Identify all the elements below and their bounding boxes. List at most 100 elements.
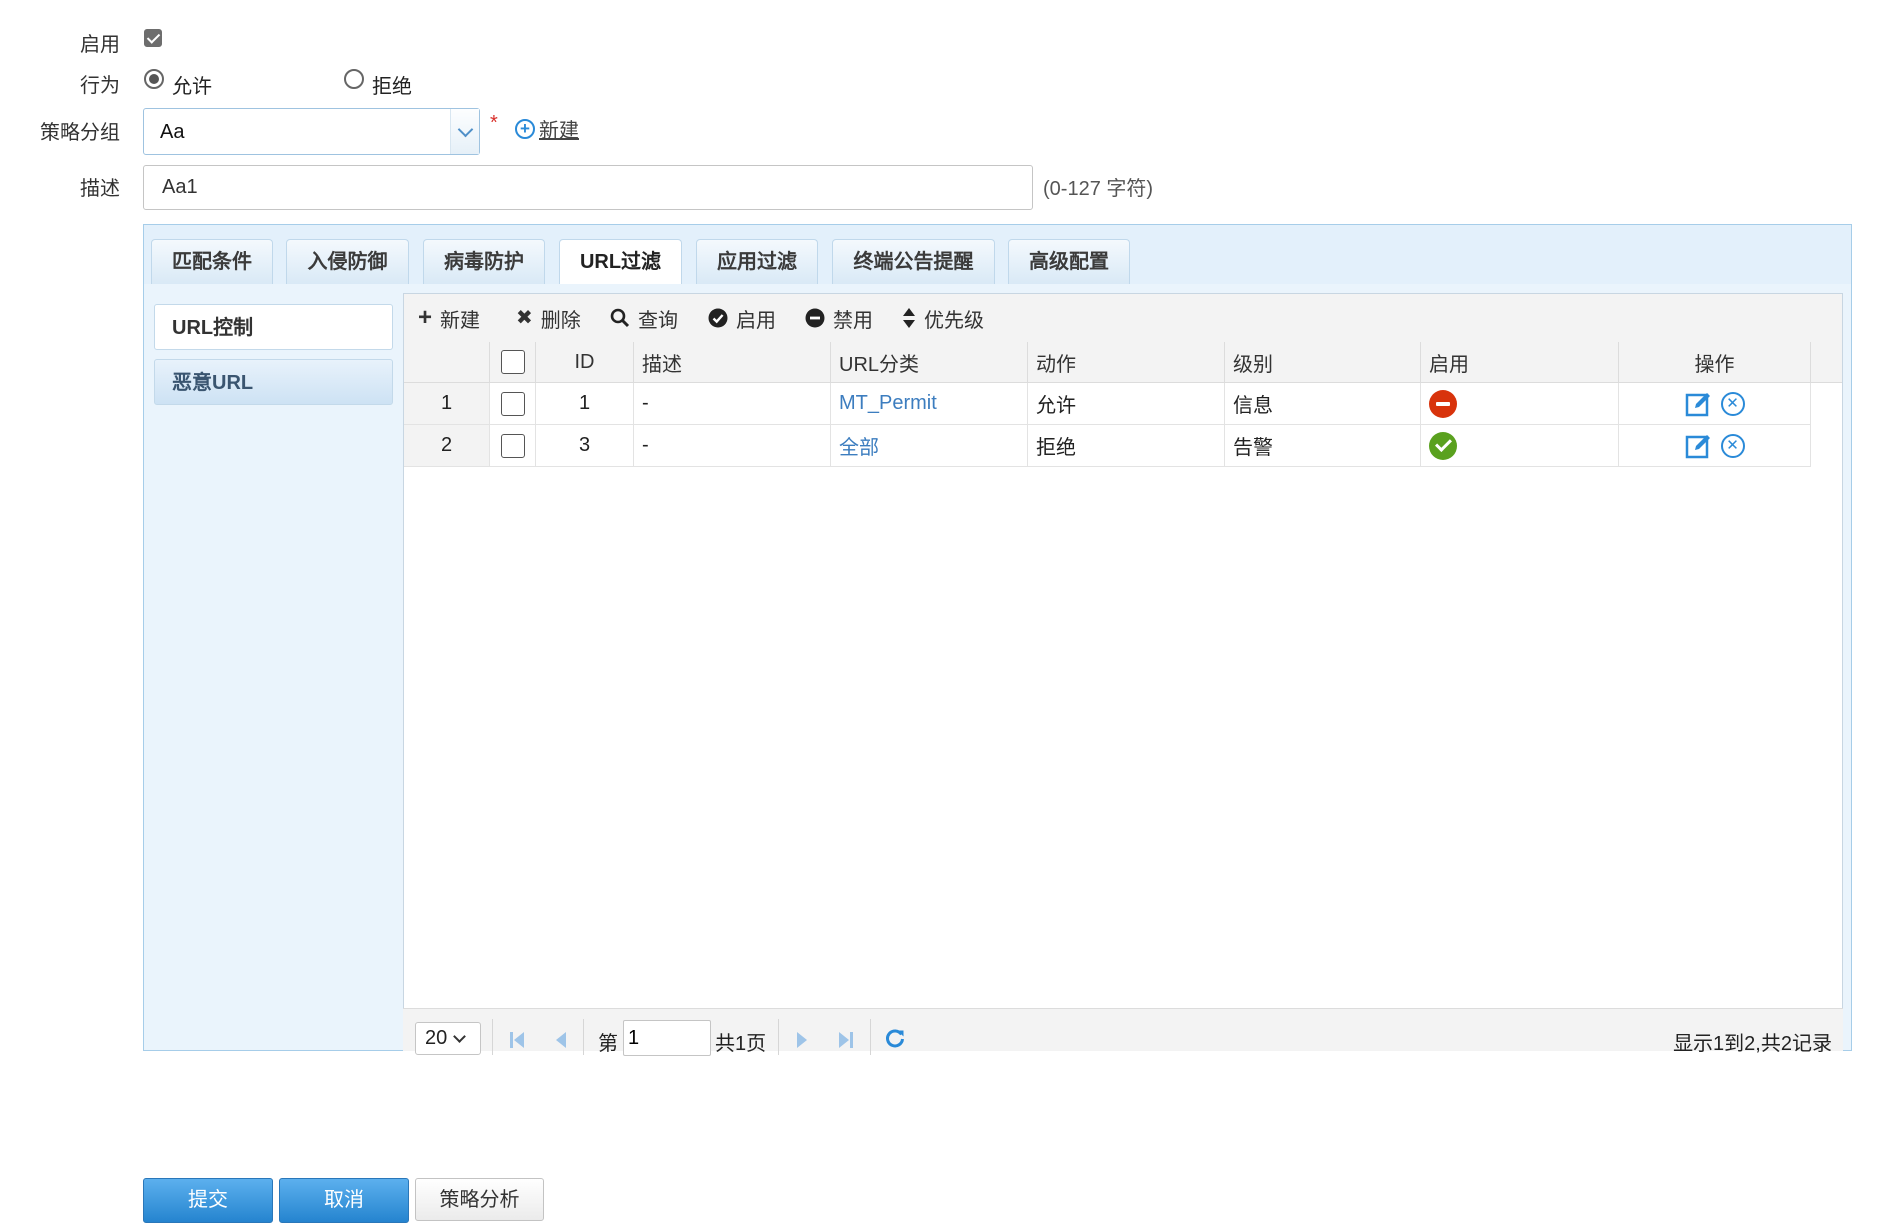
row-url-category-link[interactable]: MT_Permit [831, 383, 1028, 425]
toolbar-enable-label: 启用 [736, 309, 776, 332]
tab-intrusion-prevention[interactable]: 入侵防御 [286, 239, 409, 284]
search-icon [610, 308, 630, 328]
header-description[interactable]: 描述 [634, 342, 831, 383]
page-prefix: 第 [598, 1033, 618, 1055]
pager-divider [778, 1019, 779, 1055]
action-deny-radio[interactable] [344, 69, 364, 89]
row-enabled [1421, 425, 1619, 467]
side-item-malicious-url[interactable]: 恶意URL [154, 359, 393, 405]
enable-label: 启用 [80, 34, 120, 56]
toolbar-disable-button[interactable]: 禁用 [805, 302, 873, 334]
row-action: 拒绝 [1028, 425, 1225, 467]
toolbar-delete-button[interactable]: ✖ 删除 [516, 302, 581, 334]
cross-icon: ✖ [516, 307, 533, 329]
new-group-label: 新建 [539, 120, 579, 142]
toolbar-new-label: 新建 [440, 309, 481, 332]
row-select [490, 425, 536, 467]
prev-page-icon[interactable] [556, 1032, 566, 1048]
toolbar-enable-button[interactable]: 启用 [708, 302, 776, 334]
check-circle-icon [708, 308, 728, 328]
close-circle-icon[interactable]: ✕ [1720, 433, 1745, 458]
action-allow-radio[interactable] [144, 69, 164, 89]
first-page-icon[interactable] [510, 1032, 524, 1048]
action-allow-label: 允许 [172, 76, 212, 98]
row-action: 允许 [1028, 383, 1225, 425]
description-label: 描述 [80, 178, 120, 200]
toolbar-priority-label: 优先级 [924, 309, 984, 332]
description-input[interactable] [143, 165, 1033, 210]
refresh-icon[interactable] [884, 1028, 906, 1050]
row-operations: ✕ [1619, 383, 1811, 425]
page-size-value: 20 [425, 1027, 448, 1049]
toolbar-disable-label: 禁用 [833, 309, 873, 332]
header-filler [1811, 342, 1842, 383]
header-id[interactable]: ID [536, 342, 634, 383]
tab-virus-protection[interactable]: 病毒防护 [423, 239, 545, 284]
tab-advanced-config[interactable]: 高级配置 [1008, 239, 1130, 284]
header-operation: 操作 [1619, 342, 1811, 383]
row-url-category-link[interactable]: 全部 [831, 425, 1028, 467]
page-size-select[interactable]: 20 [415, 1022, 481, 1055]
row-level: 告警 [1225, 425, 1421, 467]
toolbar-query-label: 查询 [638, 309, 678, 332]
add-circle-icon: + [515, 118, 535, 139]
close-circle-icon[interactable]: ✕ [1720, 391, 1745, 416]
tab-terminal-notice[interactable]: 终端公告提醒 [832, 239, 995, 284]
policy-analysis-button[interactable]: 策略分析 [415, 1178, 544, 1221]
tab-match-conditions[interactable]: 匹配条件 [151, 239, 273, 284]
policy-group-label: 策略分组 [40, 122, 120, 144]
tab-app-filter[interactable]: 应用过滤 [696, 239, 818, 284]
enable-checkbox[interactable] [144, 29, 162, 47]
next-page-icon[interactable] [797, 1032, 807, 1048]
row-select [490, 383, 536, 425]
policy-group-select[interactable]: Aa [143, 108, 480, 155]
row-number: 1 [404, 383, 490, 425]
row-id: 3 [536, 425, 634, 467]
header-action[interactable]: 动作 [1028, 342, 1225, 383]
pager-divider [583, 1019, 584, 1055]
pager-divider [492, 1019, 493, 1055]
tab-url-filter[interactable]: URL过滤 [559, 239, 682, 286]
submit-button[interactable]: 提交 [143, 1178, 273, 1223]
page-number-input[interactable] [623, 1020, 711, 1056]
row-checkbox[interactable] [500, 433, 525, 458]
action-deny-label: 拒绝 [372, 76, 412, 98]
new-group-link[interactable]: + 新建 [515, 114, 579, 143]
pager-summary: 显示1到2,共2记录 [1673, 1033, 1832, 1055]
toolbar-query-button[interactable]: 查询 [610, 302, 678, 334]
header-url-category[interactable]: URL分类 [831, 342, 1028, 383]
plus-icon: + [418, 304, 433, 331]
side-item-url-control[interactable]: URL控制 [154, 304, 393, 350]
row-description: - [634, 383, 831, 425]
description-hint: (0-127 字符) [1043, 178, 1154, 200]
minus-circle-icon [805, 308, 825, 328]
cancel-button[interactable]: 取消 [279, 1178, 409, 1223]
enabled-status-icon[interactable] [1429, 431, 1457, 460]
header-enabled[interactable]: 启用 [1421, 342, 1619, 383]
chevron-down-icon [453, 1029, 467, 1043]
chevron-down-icon [450, 109, 479, 154]
row-checkbox[interactable] [500, 391, 525, 416]
sort-icon [903, 308, 915, 328]
row-id: 1 [536, 383, 634, 425]
action-label: 行为 [80, 75, 120, 97]
pager-bar [403, 1008, 1843, 1051]
row-description: - [634, 425, 831, 467]
header-select-all [490, 342, 536, 383]
edit-icon[interactable] [1685, 390, 1713, 418]
toolbar-priority-button[interactable]: 优先级 [902, 302, 984, 334]
toolbar-delete-label: 删除 [540, 309, 581, 332]
select-all-checkbox[interactable] [500, 350, 525, 374]
pager-divider [870, 1019, 871, 1055]
required-mark: * [490, 112, 498, 134]
row-level: 信息 [1225, 383, 1421, 425]
header-row-number [404, 342, 490, 383]
last-page-icon[interactable] [839, 1032, 853, 1048]
row-enabled [1421, 383, 1619, 425]
disabled-status-icon[interactable] [1429, 389, 1457, 418]
toolbar-new-button[interactable]: + 新建 [418, 302, 480, 334]
edit-icon[interactable] [1685, 432, 1713, 460]
policy-group-value: Aa [160, 121, 185, 143]
row-number: 2 [404, 425, 490, 467]
header-level[interactable]: 级别 [1225, 342, 1421, 383]
